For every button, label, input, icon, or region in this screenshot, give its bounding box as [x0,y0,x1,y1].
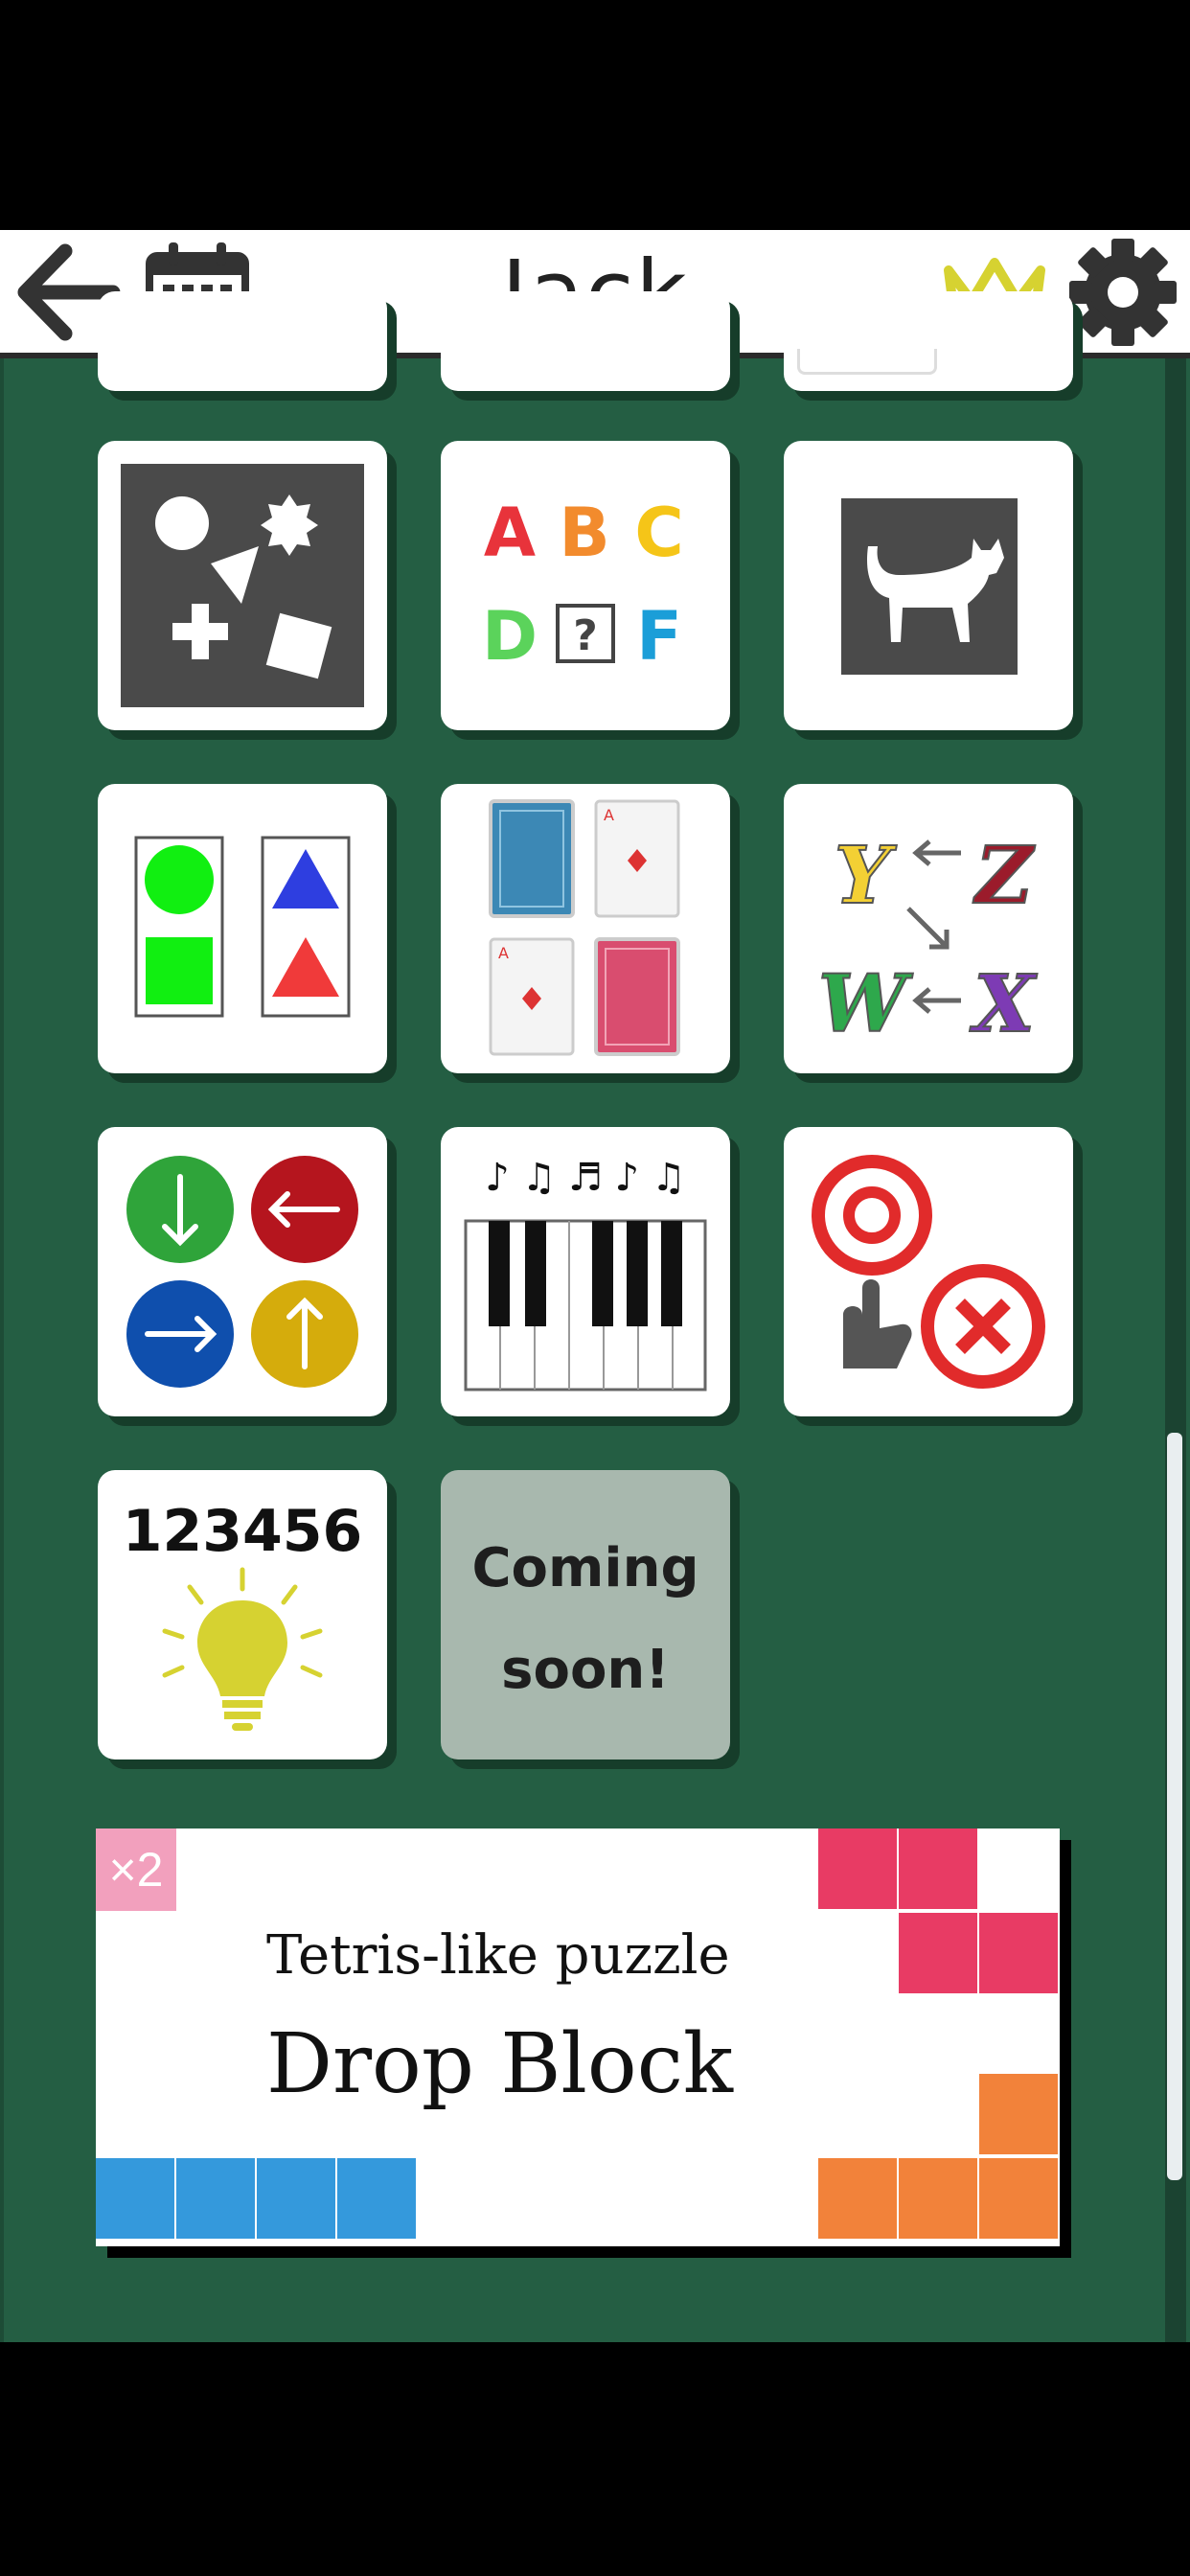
card-rank-2: A [498,944,509,962]
bottom-band [0,2342,1190,2576]
banner-title: Drop Block [266,2016,733,2112]
arrows-icon [126,1156,358,1388]
block [818,1828,897,1909]
true-false-game-tile[interactable] [784,1127,1073,1416]
letter-z: Z [973,830,1036,922]
letter-w: W [818,958,913,1050]
number-sequence: 123456 [123,1498,363,1565]
scrollbar-thumb[interactable] [1167,1433,1182,2180]
block [899,1913,977,1993]
piano-icon: ♪ ♫ ♬ ♪ ♫ [464,1156,707,1392]
block [979,2074,1058,2154]
letter-f: F [636,597,682,676]
letter-y: Y [835,830,898,922]
block [257,2158,335,2239]
cat-silhouette-icon [841,498,1018,675]
mystery-letter: ? [573,611,598,660]
arrows-game-tile[interactable] [98,1127,387,1416]
game-tile-partial-1[interactable] [98,291,387,391]
block [176,2158,255,2239]
letters-icon: A B C D F ? [482,494,684,676]
letter-c: C [634,494,683,572]
color-shape-cards-icon [134,836,351,1018]
letters-game-tile[interactable]: A B C D F ? [441,441,730,730]
letter-a: A [484,494,536,572]
alphabet-order-game-tile[interactable]: Y Z W X [784,784,1073,1073]
letter-x: X [969,958,1038,1050]
number-memory-game-tile[interactable]: 123456 [98,1470,387,1760]
letter-b: B [559,494,609,572]
silhouette-game-tile[interactable] [784,441,1073,730]
coming-soon-label: Coming soon! [471,1537,699,1701]
banner-subtitle: Tetris-like puzzle [266,1924,730,1987]
coming-soon-tile: Coming soon! [441,1470,730,1760]
block [899,2158,977,2239]
piano-game-tile[interactable]: ♪ ♫ ♬ ♪ ♫ [441,1127,730,1416]
multiplier-badge: ×2 [96,1828,176,1911]
block [979,2158,1058,2239]
music-notes: ♪ ♫ ♬ ♪ ♫ [485,1156,686,1200]
letter-d: D [482,597,538,676]
matching-game-tile[interactable] [98,784,387,1073]
game-tile-partial-3[interactable] [784,291,1073,391]
lightbulb-icon: 123456 [123,1498,363,1731]
shapes-game-tile[interactable] [98,441,387,730]
card-rank: A [604,806,614,824]
playing-cards-icon: A A [489,799,680,1056]
drop-block-ad-banner[interactable]: ×2 Tetris-like puzzle Drop Block [96,1828,1060,2246]
block [96,2158,174,2239]
memory-cards-game-tile[interactable]: A A [441,784,730,1073]
block [899,1828,977,1909]
shapes-icon [121,464,364,707]
letter-order-icon: Y Z W X [817,829,1039,1051]
block [979,1913,1058,1993]
block [818,2158,897,2239]
circle-cross-icon [812,1155,1045,1389]
block [337,2158,416,2239]
game-tile-partial-2[interactable] [441,291,730,391]
